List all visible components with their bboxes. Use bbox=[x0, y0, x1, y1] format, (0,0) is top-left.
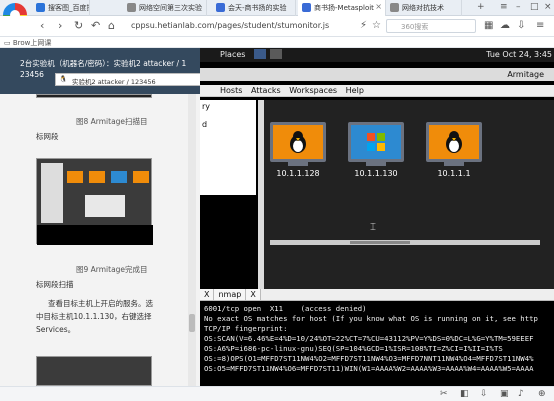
datetime: Tue Oct 24, 3:45 bbox=[486, 50, 552, 59]
window-icon[interactable]: ▣ bbox=[500, 389, 509, 399]
screenshot-icon[interactable]: ✂ bbox=[440, 389, 448, 399]
star-icon[interactable]: ☆ bbox=[372, 20, 381, 31]
folder-icon: ▭ bbox=[4, 39, 11, 47]
tree-item[interactable]: ry bbox=[202, 102, 254, 114]
console-line: TCP/IP fingerprint: bbox=[204, 324, 288, 333]
console-line: 6001/tcp open X11 (access denied) bbox=[204, 304, 367, 313]
browser-tab-active[interactable]: 商书扬-Metasploit × bbox=[298, 0, 386, 16]
lab-header: 2台实验机（机器名/密码）：实验机2 attacker / 1 23456 bbox=[0, 48, 200, 94]
paragraph: 查看目标主机上开启的服务。选中目标主机10.1.1.130，右键选择Servic… bbox=[36, 299, 153, 334]
nmap-console[interactable]: 6001/tcp open X11 (access denied) No exac… bbox=[200, 303, 554, 386]
gnome-panel: Places Tue Oct 24, 3:45 bbox=[200, 48, 554, 62]
baidu-icon bbox=[36, 3, 45, 12]
tree-item[interactable]: d bbox=[202, 120, 254, 132]
grid-icon[interactable]: ▦ bbox=[484, 20, 493, 31]
browser-tab[interactable]: 网络对抗技术 bbox=[386, 0, 462, 16]
window-icon bbox=[254, 49, 266, 59]
close-tab-icon[interactable]: X bbox=[200, 289, 215, 300]
page-icon bbox=[127, 3, 136, 12]
minimize-icon[interactable]: – bbox=[516, 2, 521, 12]
cursor-icon: ⌶ bbox=[370, 222, 376, 233]
browser-toolbar: ‹ › ↻ ↶ ⌂ cppsu.hetianlab.com/pages/stud… bbox=[0, 16, 554, 37]
windows-icon bbox=[348, 122, 404, 162]
console-line: OS:A6%P=i686-pc-linux-gnu)SEQ(SP=104%GCD… bbox=[204, 344, 503, 353]
menu-icon[interactable]: ≡ bbox=[500, 2, 508, 12]
targets-canvas[interactable]: 10.1.1.128 10.1.1.130 10.1.1.1 ⌶ bbox=[264, 100, 554, 290]
lab-document: 图8 Armitage扫描目 标网段 图9 Armitage完成目 标网段扫描 … bbox=[0, 94, 200, 386]
scrollbar[interactable] bbox=[188, 94, 196, 386]
console-line: No exact OS matches for host (If you kno… bbox=[204, 314, 538, 323]
figure-image bbox=[36, 94, 152, 98]
reload-icon[interactable]: ↻ bbox=[74, 19, 83, 32]
console-line: OS:=8)OPS(O1=MFFD7ST11NW4%O2=MFFD7ST11NW… bbox=[204, 354, 534, 363]
menu-icon[interactable]: ≡ bbox=[536, 20, 544, 31]
speaker-icon[interactable]: ◧ bbox=[460, 389, 469, 399]
host-label: 10.1.1.130 bbox=[354, 169, 398, 178]
tab-nmap[interactable]: nmap bbox=[214, 289, 247, 300]
terminal-icon bbox=[270, 49, 282, 59]
new-tab-icon[interactable]: + bbox=[477, 2, 485, 12]
undo-icon[interactable]: ↶ bbox=[91, 19, 100, 32]
forward-icon[interactable]: › bbox=[58, 19, 62, 32]
menu-workspaces[interactable]: Workspaces bbox=[289, 86, 337, 95]
home-icon[interactable]: ⌂ bbox=[108, 19, 115, 32]
screen: 搜客图_百度搜索 网络空间第三次实验 会天-商书扬的实验 商书扬-Metaspl… bbox=[0, 0, 554, 401]
lab-panel: 2台实验机（机器名/密码）：实验机2 attacker / 1 23456 图8… bbox=[0, 48, 213, 386]
host-10-1-1-130[interactable]: 10.1.1.130 bbox=[344, 122, 408, 178]
bookmark-bar: ▭ Brow上网课 bbox=[0, 37, 554, 48]
remote-desktop[interactable]: Places Tue Oct 24, 3:45 Armitage Hosts A… bbox=[200, 48, 554, 386]
linux-icon bbox=[426, 122, 482, 162]
module-tree[interactable]: ry d bbox=[200, 100, 256, 195]
vm-selector[interactable]: 🐧 实验机2 attacker / 123456 ▾ bbox=[55, 73, 213, 86]
host-10-1-1-1[interactable]: 10.1.1.1 bbox=[422, 122, 486, 178]
menu-hosts[interactable]: Hosts bbox=[220, 86, 242, 95]
bookmark-link[interactable]: Brow上网课 bbox=[13, 39, 52, 47]
cloud-icon[interactable]: ☁ bbox=[500, 20, 510, 31]
browser-status-bar: ✂ ◧ ⇩ ▣ ♪ ⊕ bbox=[0, 386, 554, 401]
address-bar[interactable]: cppsu.hetianlab.com/pages/student/stumon… bbox=[127, 19, 357, 33]
volume-icon[interactable]: ♪ bbox=[518, 389, 524, 399]
places-menu[interactable]: Places bbox=[220, 50, 245, 59]
figure-image bbox=[36, 356, 152, 386]
browser-tab[interactable]: 会天-商书扬的实验 bbox=[212, 0, 296, 16]
console-line: OS:O5=MFFD7ST11NW4%O6=MFFD7ST11)WIN(W1=A… bbox=[204, 364, 534, 373]
host-label: 10.1.1.128 bbox=[276, 169, 320, 178]
menu-help[interactable]: Help bbox=[346, 86, 364, 95]
lab-machine-info: 2台实验机（机器名/密码）：实验机2 attacker / 1 bbox=[20, 59, 187, 68]
close-icon[interactable]: × bbox=[375, 2, 382, 11]
menu-bar: Hosts Attacks Workspaces Help bbox=[200, 85, 554, 97]
figure-caption: 图9 Armitage完成目 bbox=[76, 265, 148, 274]
figure-image bbox=[36, 158, 153, 245]
paragraph: 标网段扫描 bbox=[36, 280, 74, 289]
maximize-icon[interactable]: □ bbox=[530, 2, 539, 12]
linux-icon bbox=[270, 122, 326, 162]
shield-icon bbox=[216, 3, 225, 12]
lightning-icon[interactable]: ⚡ bbox=[360, 20, 367, 31]
window-title: Armitage bbox=[200, 68, 554, 81]
page-icon bbox=[390, 3, 399, 12]
close-window-icon[interactable]: × bbox=[544, 2, 552, 12]
console-line: OS:SCAN(V=6.46%E=4%D=10/24%OT=22%CT=7%CU… bbox=[204, 334, 534, 343]
download-icon[interactable]: ⇩ bbox=[517, 20, 525, 31]
close-tab-icon[interactable]: X bbox=[246, 289, 261, 300]
host-10-1-1-128[interactable]: 10.1.1.128 bbox=[266, 122, 330, 178]
menu-attacks[interactable]: Attacks bbox=[251, 86, 281, 95]
console-tabs: Xnmap X bbox=[200, 289, 554, 301]
browser-tab[interactable]: 网络空间第三次实验 bbox=[123, 0, 207, 16]
back-icon[interactable]: ‹ bbox=[40, 19, 44, 32]
figure-caption: 图8 Armitage扫描目 bbox=[76, 117, 148, 126]
canvas-scrollbar[interactable] bbox=[270, 240, 540, 245]
zoom-icon[interactable]: ⊕ bbox=[538, 389, 546, 399]
shield-icon bbox=[302, 3, 311, 12]
page-content: 2台实验机（机器名/密码）：实验机2 attacker / 1 23456 图8… bbox=[0, 48, 554, 386]
download-icon[interactable]: ⇩ bbox=[480, 389, 488, 399]
paragraph: 标网段 bbox=[36, 132, 59, 141]
host-label: 10.1.1.1 bbox=[437, 169, 471, 178]
browser-tab-strip: 搜客图_百度搜索 网络空间第三次实验 会天-商书扬的实验 商书扬-Metaspl… bbox=[0, 0, 554, 16]
search-input[interactable]: 360搜索 bbox=[386, 19, 476, 33]
linux-icon: 🐧 bbox=[59, 75, 68, 83]
browser-tab[interactable]: 搜客图_百度搜索 bbox=[32, 0, 90, 16]
